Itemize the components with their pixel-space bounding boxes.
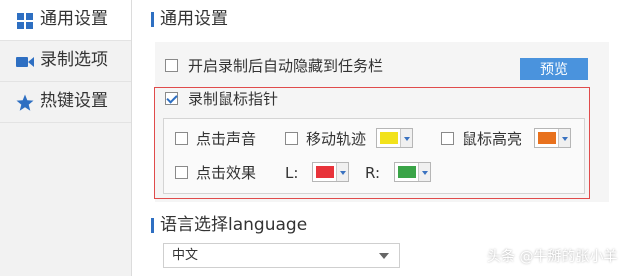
record-pointer-label: 录制鼠标指针 [188,90,279,108]
sidebar-item-recording[interactable]: 录制选项 [0,41,131,82]
auto-hide-label: 开启录制后自动隐藏到任务栏 [188,57,384,75]
section-marker [151,12,154,27]
chevron-down-icon [336,163,348,181]
language-select[interactable]: 中文 [163,243,400,268]
move-track-checkbox[interactable] [285,132,298,145]
grid-icon [17,13,33,29]
right-click-label: R: [365,164,381,182]
sidebar: 通用设置 录制选项 热键设置 [0,0,132,276]
track-color-swatch [380,132,398,144]
watermark: 头条 @牛掰的张小羊 [487,249,618,265]
right-color-picker[interactable] [394,162,431,182]
highlight-label: 鼠标高亮 [462,130,523,148]
chevron-down-icon [379,253,389,259]
general-section-title: 通用设置 [160,9,228,29]
preview-button[interactable]: 预览 [520,58,588,80]
language-section-title: 语言选择language [160,215,308,235]
track-color-picker[interactable] [376,128,413,148]
chevron-down-icon [418,163,430,181]
click-sound-checkbox[interactable] [175,132,188,145]
sidebar-item-general[interactable]: 通用设置 [0,0,131,41]
highlight-color-picker[interactable] [534,128,571,148]
right-color-swatch [398,166,416,178]
star-icon [16,94,34,111]
sidebar-item-label: 热键设置 [40,91,108,111]
record-pointer-checkbox[interactable] [165,92,178,105]
sidebar-item-hotkeys[interactable]: 热键设置 [0,82,131,123]
left-color-swatch [316,166,334,178]
click-effect-checkbox[interactable] [175,166,188,179]
left-color-picker[interactable] [312,162,349,182]
left-click-label: L: [285,164,299,182]
sidebar-item-label: 通用设置 [40,9,108,29]
sidebar-item-label: 录制选项 [40,50,108,70]
highlight-checkbox[interactable] [441,132,454,145]
language-select-value: 中文 [172,248,199,263]
section-marker [151,218,154,233]
chevron-down-icon [558,129,570,147]
move-track-label: 移动轨迹 [306,130,367,148]
click-effect-label: 点击效果 [196,164,257,182]
click-sound-label: 点击声音 [196,130,257,148]
video-icon [16,57,34,67]
highlight-color-swatch [538,132,556,144]
chevron-down-icon [400,129,412,147]
auto-hide-checkbox[interactable] [165,59,178,72]
